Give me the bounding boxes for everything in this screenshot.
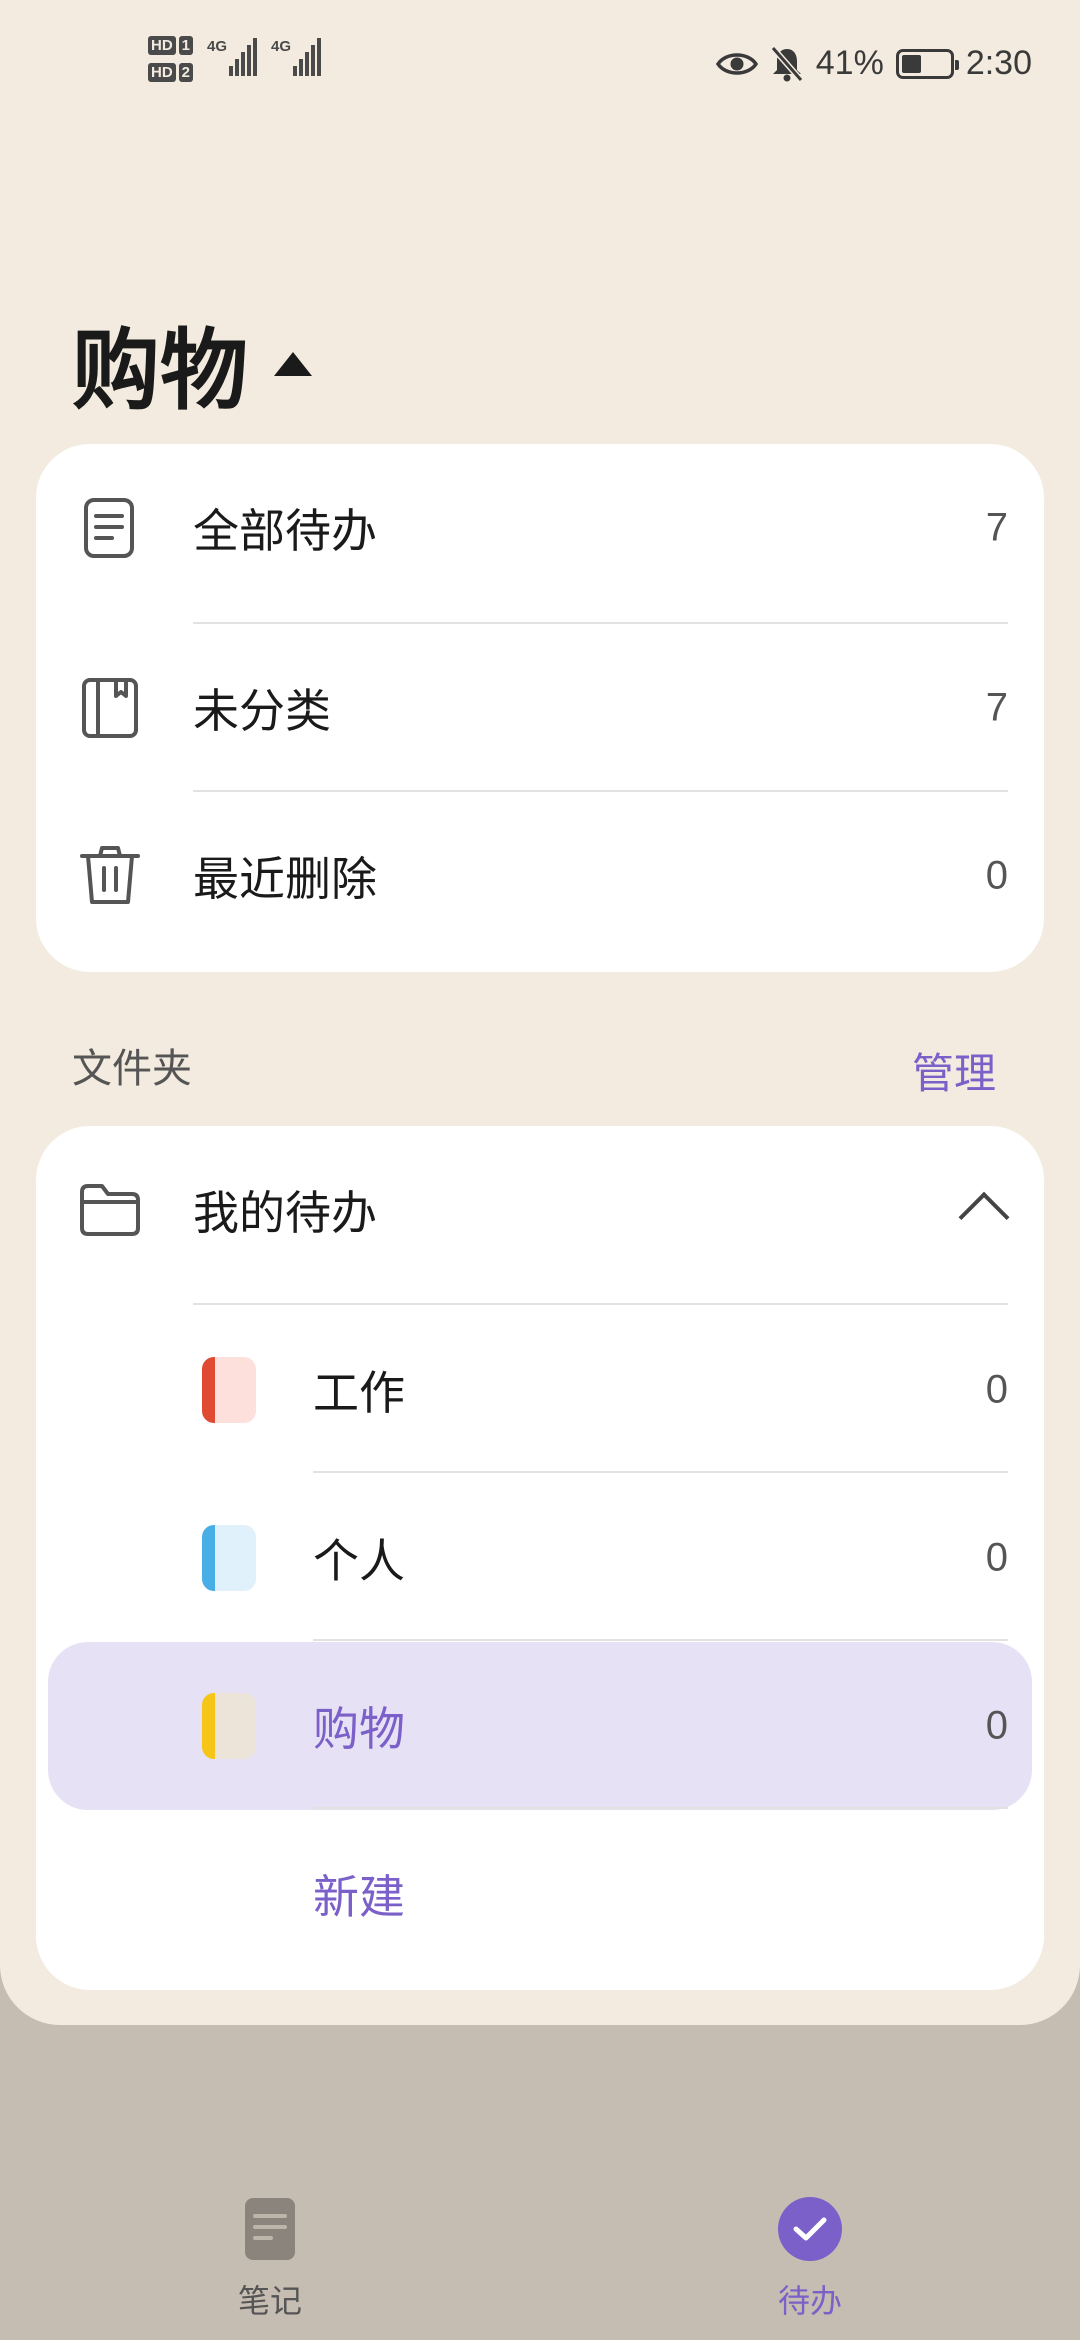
folders-card: 我的待办 工作 0 个人 0 购物 0 新建	[36, 1126, 1044, 1990]
battery-icon	[895, 48, 959, 79]
chevron-up-icon[interactable]	[958, 1191, 1010, 1243]
folder-item-count: 0	[985, 1535, 1008, 1580]
list-item-uncategorized[interactable]: 未分类 7	[36, 624, 1044, 792]
list-item-label: 全部待办	[193, 504, 377, 558]
folder-group-my-todos[interactable]: 我的待办	[36, 1126, 1044, 1294]
list-switcher[interactable]: 购物	[72, 300, 313, 427]
list-item-label: 最近删除	[193, 852, 377, 906]
battery-percent: 41%	[815, 44, 884, 82]
folder-color-tag	[202, 1525, 256, 1591]
folder-color-tag	[202, 1693, 256, 1759]
folders-section-title: 文件夹	[72, 1046, 192, 1092]
folder-item-work[interactable]: 工作 0	[36, 1306, 1044, 1474]
list-item-all-todos[interactable]: 全部待办 7	[36, 444, 1044, 612]
list-item-label: 未分类	[193, 684, 331, 738]
tab-label: 待办	[777, 2282, 842, 2320]
folder-icon	[80, 1184, 140, 1236]
folder-item-shopping[interactable]: 购物 0	[36, 1642, 1044, 1810]
eye-icon	[715, 52, 758, 75]
sim-number: 1	[178, 36, 194, 55]
divider	[313, 1639, 1008, 1641]
signal-2-icon: 4G	[271, 36, 322, 76]
caret-up-icon	[274, 351, 313, 376]
status-bar: HD 1 HD 2 4G 4G 41% 2:30	[0, 0, 1080, 135]
clock: 2:30	[965, 44, 1032, 82]
sim2-indicator: HD 2	[148, 63, 194, 82]
folder-group-label: 我的待办	[193, 1186, 377, 1240]
divider	[313, 1807, 1008, 1809]
smart-lists-card: 全部待办 7 未分类 7 最近删除 0	[36, 444, 1044, 972]
manage-button[interactable]: 管理	[912, 1040, 996, 1101]
list-item-count: 7	[985, 505, 1008, 550]
new-folder-row[interactable]: 新建	[36, 1810, 1044, 1978]
list-item-count: 0	[985, 853, 1008, 898]
checkmark-icon	[778, 2197, 842, 2261]
network-type: 4G	[271, 38, 292, 55]
book-icon	[82, 678, 138, 738]
trash-icon	[80, 846, 140, 904]
list-item-count: 7	[985, 685, 1008, 730]
sim-number: 2	[178, 63, 194, 82]
divider	[313, 1471, 1008, 1473]
folder-item-personal[interactable]: 个人 0	[36, 1474, 1044, 1642]
notes-icon	[245, 2198, 295, 2260]
bell-muted-icon	[770, 45, 804, 82]
sim1-indicator: HD 1	[148, 36, 194, 55]
folder-item-count: 0	[985, 1703, 1008, 1748]
network-type: 4G	[207, 38, 228, 55]
document-icon	[84, 498, 134, 558]
tab-label: 笔记	[237, 2282, 302, 2320]
folder-item-count: 0	[985, 1367, 1008, 1412]
folder-item-label: 工作	[313, 1366, 405, 1420]
bottom-nav: 笔记 待办	[0, 2160, 1080, 2340]
folder-item-label: 购物	[313, 1702, 405, 1756]
folder-item-label: 个人	[313, 1534, 405, 1588]
hd-badge: HD	[148, 36, 176, 55]
folder-color-tag	[202, 1357, 256, 1423]
hd-badge: HD	[148, 63, 176, 82]
divider	[193, 1303, 1008, 1305]
new-folder-button[interactable]: 新建	[313, 1861, 405, 1927]
list-item-recently-deleted[interactable]: 最近删除 0	[36, 792, 1044, 960]
page-title: 购物	[72, 319, 249, 422]
tab-todo[interactable]: 待办	[710, 2196, 910, 2322]
tab-notes[interactable]: 笔记	[170, 2196, 370, 2322]
signal-1-icon: 4G	[207, 36, 258, 76]
